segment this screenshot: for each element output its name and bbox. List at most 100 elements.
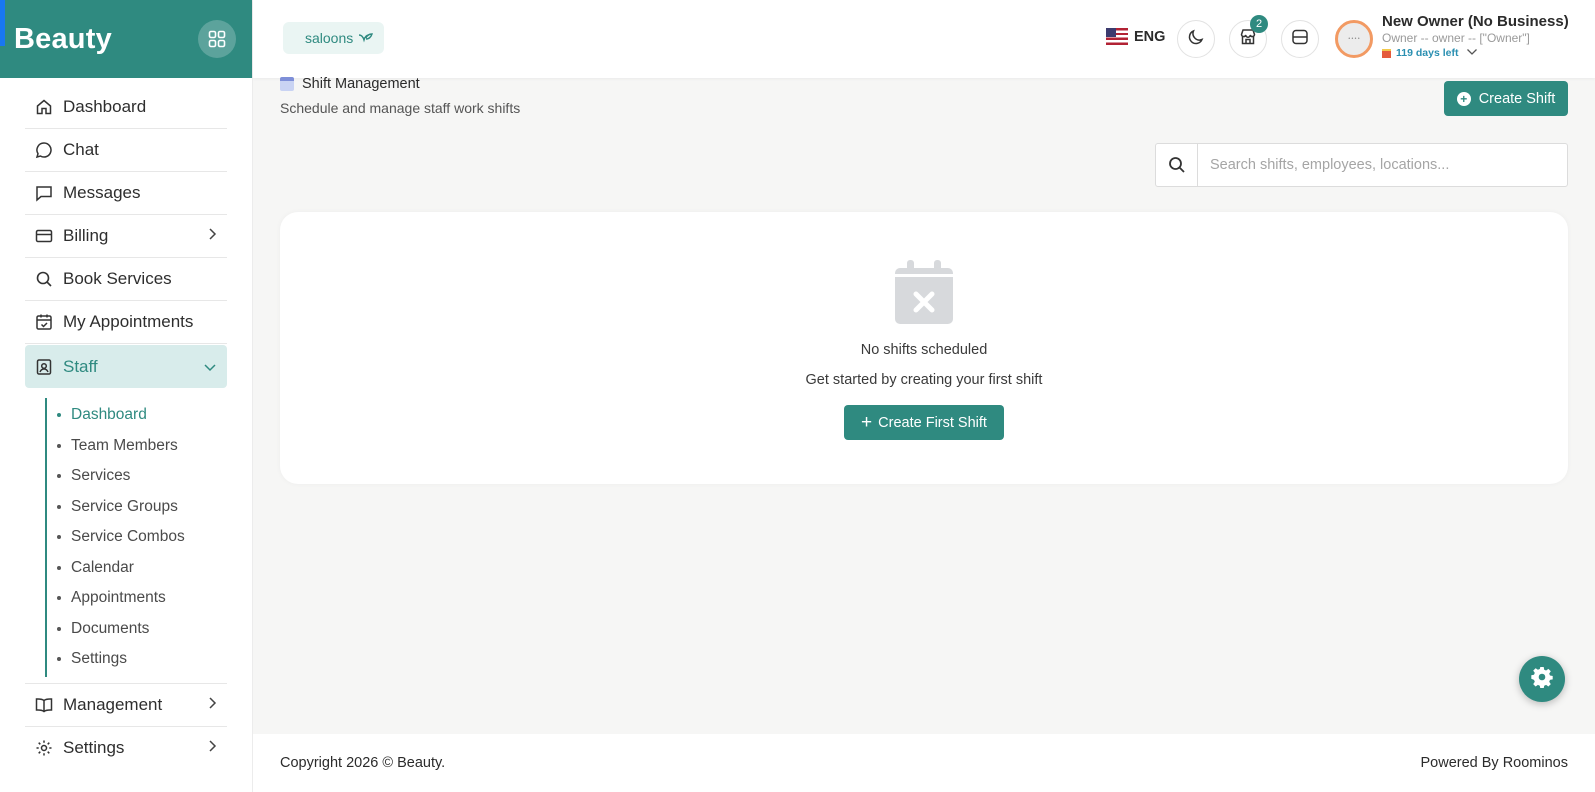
leaf-icon bbox=[358, 30, 374, 46]
card-icon bbox=[35, 226, 55, 246]
submenu-item-services[interactable]: Services bbox=[57, 461, 227, 492]
submenu-item-documents[interactable]: Documents bbox=[57, 614, 227, 645]
days-left-label: 119 days left bbox=[1396, 47, 1459, 59]
page-title: Shift Management bbox=[280, 76, 520, 92]
sidebar-item-my-appointments[interactable]: My Appointments bbox=[25, 301, 227, 344]
page-header: Shift Management Schedule and manage sta… bbox=[280, 76, 521, 116]
bullet bbox=[57, 504, 61, 509]
sidebar-item-messages[interactable]: Messages bbox=[25, 172, 227, 215]
bullet bbox=[57, 474, 61, 479]
language-label: ENG bbox=[1134, 28, 1166, 45]
create-first-shift-button[interactable]: + Create First Shift bbox=[844, 405, 1004, 440]
submenu-item-dashboard[interactable]: Dashboard bbox=[57, 400, 227, 431]
staff-submenu: Dashboard Team Members Services Service … bbox=[45, 398, 227, 677]
sidebar-item-label: Chat bbox=[63, 140, 99, 159]
user-menu[interactable]: New Owner (No Business) Owner -- owner -… bbox=[1382, 13, 1569, 59]
gift-icon bbox=[1382, 48, 1391, 58]
sidebar-item-label: Dashboard bbox=[63, 97, 147, 116]
shifts-card: No shifts scheduled Get started by creat… bbox=[280, 212, 1568, 484]
submenu-item-service-combos[interactable]: Service Combos bbox=[57, 522, 227, 553]
plus-circle-icon: + bbox=[1456, 91, 1471, 106]
settings-fab[interactable] bbox=[1519, 656, 1565, 702]
bullet bbox=[57, 413, 61, 418]
plus-icon: + bbox=[861, 412, 873, 433]
submenu-item-calendar[interactable]: Calendar bbox=[57, 553, 227, 584]
sidebar-bottom-nav: Management Settings bbox=[25, 682, 227, 770]
page-subtitle: Schedule and manage staff work shifts bbox=[280, 100, 521, 116]
main-content: Shift Management Schedule and manage sta… bbox=[253, 76, 1595, 734]
apps-grid-icon[interactable] bbox=[198, 20, 236, 58]
sidebar-item-label: Messages bbox=[63, 183, 141, 202]
sidebar-item-label: Management bbox=[63, 694, 163, 714]
submenu-item-service-groups[interactable]: Service Groups bbox=[57, 492, 227, 523]
footer: Copyright 2026 © Beauty. Powered By Room… bbox=[253, 734, 1595, 792]
sidebar: Beauty Dashboard Chat Messages Billing B… bbox=[0, 0, 253, 792]
avatar[interactable]: • • • • bbox=[1335, 20, 1373, 58]
page-title-text: Shift Management bbox=[302, 76, 420, 92]
chevron-right-icon bbox=[207, 226, 217, 246]
chevron-down-icon[interactable] bbox=[1466, 47, 1478, 59]
sidebar-item-management[interactable]: Management bbox=[25, 684, 227, 727]
brand-logo[interactable]: Beauty bbox=[14, 23, 112, 56]
layout-icon bbox=[1291, 28, 1309, 51]
sidebar-item-staff[interactable]: Staff bbox=[25, 345, 227, 388]
chat-icon bbox=[35, 140, 55, 160]
brand-header: Beauty bbox=[0, 0, 252, 78]
sidebar-item-chat[interactable]: Chat bbox=[25, 129, 227, 172]
submenu-label: Calendar bbox=[71, 558, 134, 576]
empty-state: No shifts scheduled Get started by creat… bbox=[280, 260, 1568, 440]
chevron-right-icon bbox=[207, 738, 217, 758]
submenu-item-team-members[interactable]: Team Members bbox=[57, 431, 227, 462]
business-chip-label: saloons bbox=[305, 30, 354, 46]
powered-by-text: Powered By Roominos bbox=[1420, 755, 1569, 771]
submenu-label: Services bbox=[71, 467, 131, 485]
submenu-label: Documents bbox=[71, 619, 150, 637]
home-icon bbox=[35, 97, 55, 117]
submenu-label: Service Groups bbox=[71, 497, 178, 515]
topbar: saloons ENG 2 • • • • New Owner (No Busi… bbox=[253, 0, 1595, 78]
bullet bbox=[57, 596, 61, 601]
sidebar-nav: Dashboard Chat Messages Billing Book Ser… bbox=[0, 78, 252, 677]
gear-icon bbox=[1531, 666, 1553, 693]
layout-toggle-button[interactable] bbox=[1281, 20, 1319, 58]
submenu-label: Team Members bbox=[71, 436, 178, 454]
copyright-text: Copyright 2026 © Beauty. bbox=[280, 755, 446, 771]
sidebar-item-label: Staff bbox=[63, 356, 98, 376]
store-notifications-button[interactable]: 2 bbox=[1229, 15, 1268, 58]
empty-state-subtitle: Get started by creating your first shift bbox=[805, 372, 1043, 388]
search-icon[interactable] bbox=[1156, 144, 1198, 186]
submenu-label: Appointments bbox=[71, 589, 166, 607]
search-bar bbox=[1155, 143, 1568, 187]
subscription-status: 119 days left bbox=[1382, 47, 1569, 59]
bullet bbox=[57, 535, 61, 540]
bullet bbox=[57, 565, 61, 570]
us-flag-icon bbox=[1106, 28, 1128, 45]
notification-badge: 2 bbox=[1250, 15, 1268, 33]
chevron-right-icon bbox=[207, 695, 217, 715]
create-shift-button[interactable]: + Create Shift bbox=[1444, 81, 1568, 116]
user-name: New Owner (No Business) bbox=[1382, 13, 1569, 30]
submenu-label: Service Combos bbox=[71, 528, 185, 546]
submenu-label: Settings bbox=[71, 650, 128, 668]
sidebar-item-book-services[interactable]: Book Services bbox=[25, 258, 227, 301]
dark-mode-toggle[interactable] bbox=[1177, 20, 1215, 58]
gear-icon bbox=[35, 738, 55, 758]
staff-badge-icon bbox=[35, 357, 55, 377]
submenu-item-settings[interactable]: Settings bbox=[57, 644, 227, 675]
create-first-shift-label: Create First Shift bbox=[878, 414, 987, 431]
calendar-x-icon bbox=[895, 260, 953, 324]
sidebar-item-label: Settings bbox=[63, 738, 125, 757]
sidebar-item-dashboard[interactable]: Dashboard bbox=[25, 86, 227, 129]
submenu-item-appointments[interactable]: Appointments bbox=[57, 583, 227, 614]
business-chip[interactable]: saloons bbox=[283, 22, 385, 54]
search-icon bbox=[35, 269, 55, 289]
sidebar-item-settings[interactable]: Settings bbox=[25, 727, 227, 770]
empty-state-title: No shifts scheduled bbox=[860, 342, 988, 358]
user-role: Owner -- owner -- ["Owner"] bbox=[1382, 31, 1530, 45]
moon-icon bbox=[1187, 28, 1205, 51]
search-input[interactable] bbox=[1198, 145, 1567, 185]
calendar-icon bbox=[280, 77, 294, 91]
sidebar-item-billing[interactable]: Billing bbox=[25, 215, 227, 258]
message-icon bbox=[35, 183, 55, 203]
language-selector[interactable]: ENG bbox=[1106, 28, 1165, 45]
